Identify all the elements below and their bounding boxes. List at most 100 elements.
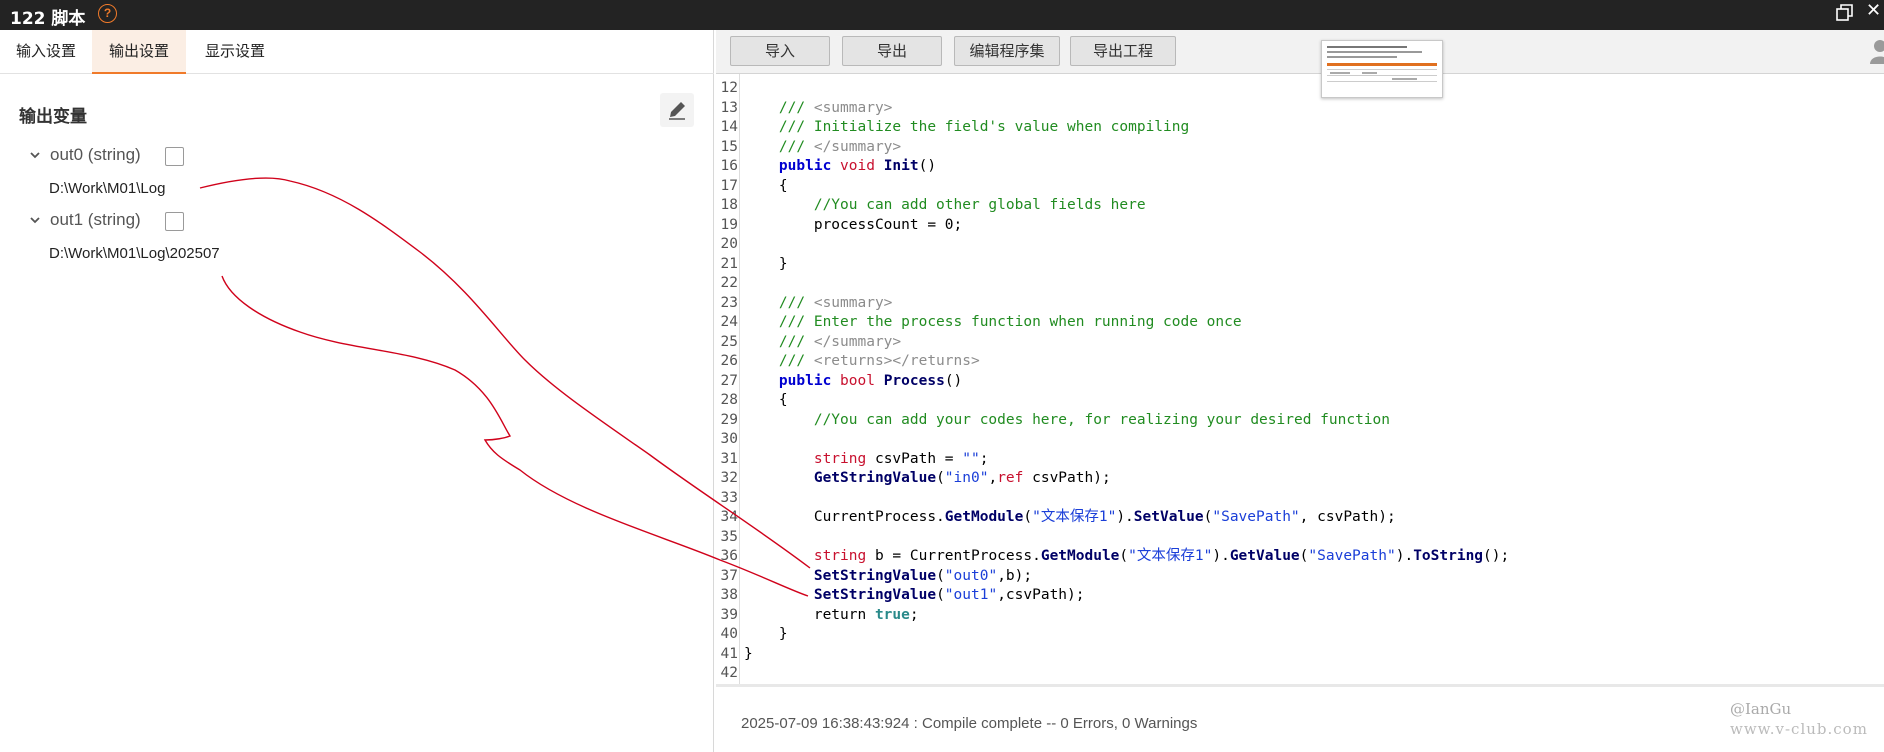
status-separator (716, 684, 1884, 687)
script-editor-window: 122 脚本 ? ✕ 输入设置 输出设置 显示设置 输出变量 out0 (str… (0, 0, 1884, 752)
line-number: 15 (720, 138, 738, 155)
watermark-author: @IanGu (1730, 700, 1792, 718)
line-number: 42 (720, 665, 738, 681)
code-line[interactable]: 37 SetStringValue("out0",b); (716, 567, 1884, 587)
line-number: 40 (720, 626, 738, 642)
code-text: //You can add your codes here, for reali… (744, 411, 1391, 428)
code-line[interactable]: 41} (716, 645, 1884, 665)
code-line[interactable]: 38 SetStringValue("out1",csvPath); (716, 586, 1884, 606)
code-text: /// </summary> (744, 333, 902, 350)
tab-display-settings[interactable]: 显示设置 (186, 30, 284, 74)
var-name: out1 (string) (50, 210, 141, 229)
import-button[interactable]: 导入 (730, 36, 830, 66)
code-text: string b = CurrentProcess.GetModule("文本保… (813, 548, 1510, 564)
code-line[interactable]: 42 (716, 664, 1884, 684)
code-line[interactable]: 34 CurrentProcess.GetModule("文本保存1").Set… (716, 508, 1884, 528)
line-number: 29 (720, 411, 738, 428)
line-number: 33 (720, 489, 738, 506)
code-line[interactable]: 40 } (716, 625, 1884, 645)
line-number: 36 (720, 548, 738, 564)
code-line[interactable]: 14 /// Initialize the field's value when… (716, 118, 1884, 138)
code-text: GetStringValue("in0",ref csvPath); (813, 470, 1111, 486)
tab-output-settings[interactable]: 输出设置 (92, 30, 186, 74)
export-project-button[interactable]: 导出工程 (1070, 36, 1176, 66)
code-line[interactable]: 13 /// <summary> (716, 99, 1884, 119)
code-line[interactable]: 29 //You can add your codes here, for re… (716, 411, 1884, 431)
tab-input-settings[interactable]: 输入设置 (0, 30, 92, 74)
code-line[interactable]: 27 public bool Process() (716, 372, 1884, 392)
code-line[interactable]: 23 /// <summary> (716, 294, 1884, 314)
window-title: 122 脚本 (10, 9, 86, 29)
code-line[interactable]: 30 (716, 430, 1884, 450)
close-icon[interactable]: ✕ (1866, 0, 1881, 21)
code-editor[interactable]: 12 13 /// <summary> 14 /// Initialize the … (716, 74, 1884, 684)
code-line[interactable]: 26 /// <returns></returns> (716, 352, 1884, 372)
settings-tabs: 输入设置 输出设置 显示设置 (0, 30, 714, 74)
restore-window-icon[interactable] (1834, 2, 1856, 24)
line-number: 41 (720, 645, 738, 662)
code-line[interactable]: 28 { (716, 391, 1884, 411)
chevron-down-icon[interactable] (28, 213, 42, 227)
code-text: { (744, 392, 788, 408)
code-line[interactable]: 20 (716, 235, 1884, 255)
code-line[interactable]: 25 /// </summary> (716, 333, 1884, 353)
code-text: /// <summary> (744, 99, 893, 116)
code-toolbar: 导入 导出 编辑程序集 导出工程 (716, 30, 1884, 74)
line-number: 20 (720, 236, 738, 252)
line-number: 22 (720, 275, 738, 291)
edit-variables-button[interactable] (660, 93, 694, 127)
code-panel: 导入 导出 编辑程序集 导出工程 12 13 /// <summary> 14 … (716, 30, 1884, 752)
line-number: 34 (720, 509, 738, 525)
code-text: return true; (744, 606, 919, 623)
code-text: } (744, 255, 788, 272)
code-text: /// Enter the process function when runn… (744, 314, 1242, 330)
pencil-icon (669, 102, 685, 120)
line-number: 18 (720, 197, 738, 213)
line-number: 16 (720, 158, 738, 174)
code-text: string csvPath = ""; (813, 450, 989, 467)
question-circle-icon[interactable]: ? (98, 4, 117, 23)
var-name: out0 (string) (50, 145, 141, 164)
code-line[interactable]: 32 GetStringValue("in0",ref csvPath); (716, 469, 1884, 489)
line-number: 24 (720, 314, 738, 330)
line-number: 26 (720, 353, 738, 369)
line-number: 23 (720, 294, 738, 311)
code-line[interactable]: 36 string b = CurrentProcess.GetModule("… (716, 547, 1884, 567)
code-line[interactable]: 16 public void Init() (716, 157, 1884, 177)
line-number: 28 (720, 392, 738, 408)
user-icon[interactable] (1868, 38, 1884, 64)
compile-status: 2025-07-09 16:38:43:924 : Compile comple… (741, 715, 1198, 732)
code-line[interactable]: 19 processCount = 0; (716, 216, 1884, 236)
code-line[interactable]: 12 (716, 79, 1884, 99)
var-value: D:\Work\M01\Log (49, 180, 166, 197)
line-number: 38 (720, 587, 738, 603)
export-button[interactable]: 导出 (842, 36, 942, 66)
chevron-down-icon[interactable] (28, 148, 42, 162)
line-number: 39 (720, 606, 738, 623)
code-line[interactable]: 33 (716, 489, 1884, 509)
edit-assemblies-button[interactable]: 编辑程序集 (954, 36, 1060, 66)
code-line[interactable]: 24 /// Enter the process function when r… (716, 313, 1884, 333)
code-text: SetStringValue("out1",csvPath); (813, 587, 1085, 603)
code-line[interactable]: 15 /// </summary> (716, 138, 1884, 158)
code-text: public bool Process() (778, 372, 963, 389)
code-line[interactable]: 18 //You can add other global fields her… (716, 196, 1884, 216)
settings-panel: 输入设置 输出设置 显示设置 输出变量 out0 (string) D:\Wor… (0, 30, 714, 752)
var-checkbox[interactable] (165, 147, 184, 166)
code-line[interactable]: 35 (716, 528, 1884, 548)
output-variables-title: 输出变量 (19, 107, 87, 127)
code-text: /// </summary> (744, 138, 902, 155)
line-number: 19 (720, 216, 738, 233)
code-line[interactable]: 31 string csvPath = ""; (716, 450, 1884, 470)
code-line[interactable]: 17 { (716, 177, 1884, 197)
var-checkbox[interactable] (165, 212, 184, 231)
code-line[interactable]: 39 return true; (716, 606, 1884, 626)
code-text: } (744, 645, 753, 662)
code-line[interactable]: 21 } (716, 255, 1884, 275)
code-text: /// Initialize the field's value when co… (744, 119, 1190, 135)
code-line[interactable]: 22 (716, 274, 1884, 294)
code-text: /// <returns></returns> (744, 353, 980, 369)
title-bar: 122 脚本 ? ✕ (0, 0, 1884, 30)
code-text: { (744, 177, 788, 194)
screenshot-thumbnail[interactable] (1321, 40, 1443, 98)
